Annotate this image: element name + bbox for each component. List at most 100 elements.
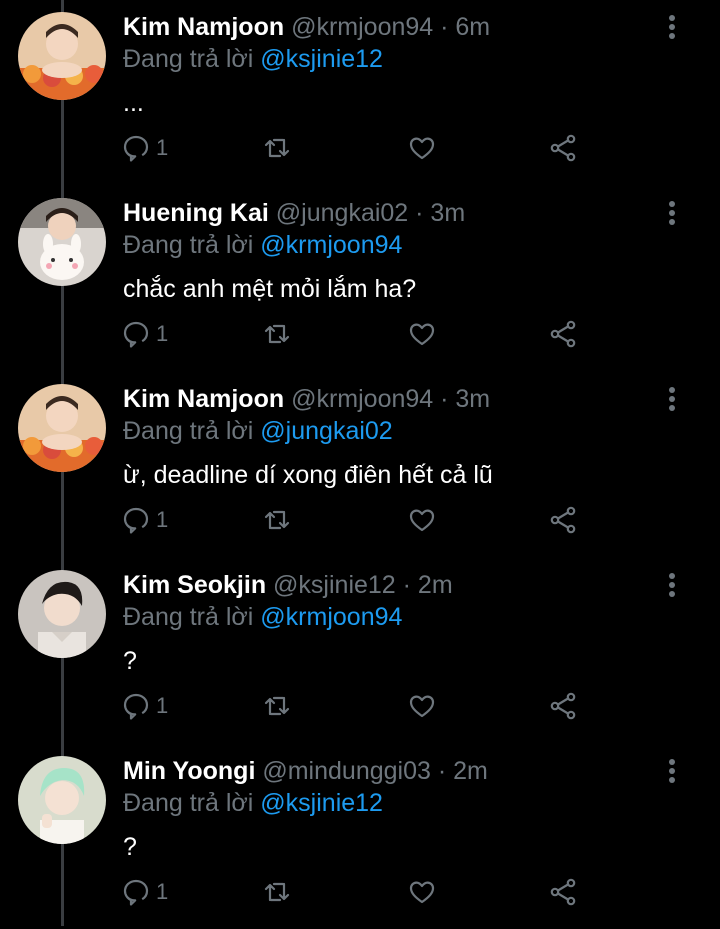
reply-prefix: Đang trả lời (123, 417, 254, 445)
replying-to: Đang trả lời @ksjinie12 (123, 44, 383, 74)
tweet-header: Kim Namjoon @krmjoon94 · 3m (123, 384, 490, 414)
reply-count: 1 (156, 135, 169, 160)
retweet-icon (264, 324, 290, 344)
tweet-text: chắc anh mệt mỏi lắm ha? (123, 275, 417, 303)
more-options-icon[interactable] (660, 570, 684, 600)
heart-icon (409, 509, 435, 532)
tweet-actions: 1 (0, 686, 720, 726)
mention-link[interactable]: @ksjinie12 (260, 789, 383, 817)
reply-button[interactable]: 1 (122, 686, 168, 726)
handle-time: @mindunggi03 · 2m (262, 757, 488, 785)
mention-link[interactable]: @krmjoon94 (260, 231, 402, 259)
share-icon (550, 506, 576, 534)
mention-link[interactable]: @ksjinie12 (260, 45, 383, 73)
like-button[interactable] (408, 314, 436, 354)
retweet-button[interactable] (263, 872, 291, 912)
retweet-button[interactable] (263, 128, 291, 168)
avatar[interactable] (18, 384, 106, 472)
more-options-icon[interactable] (660, 198, 684, 228)
handle-time: @jungkai02 · 3m (275, 199, 466, 227)
like-button[interactable] (408, 686, 436, 726)
retweet-button[interactable] (263, 500, 291, 540)
tweet[interactable]: Kim Namjoon @krmjoon94 · 3m Đang trả lời… (0, 372, 720, 557)
tweet-header: Kim Namjoon @krmjoon94 · 6m (123, 12, 490, 42)
reply-count: 1 (156, 879, 169, 904)
replying-to: Đang trả lời @krmjoon94 (123, 602, 402, 632)
reply-button[interactable]: 1 (122, 872, 168, 912)
replying-to: Đang trả lời @krmjoon94 (123, 230, 402, 260)
reply-icon (123, 507, 149, 534)
reply-prefix: Đang trả lời (123, 603, 254, 631)
retweet-icon (264, 882, 290, 902)
tweet-actions: 1 (0, 500, 720, 540)
share-icon (550, 692, 576, 720)
retweet-button[interactable] (263, 686, 291, 726)
avatar[interactable] (18, 570, 106, 658)
tweet-text: ? (123, 833, 137, 861)
retweet-icon (264, 510, 290, 530)
reply-icon (123, 693, 149, 720)
retweet-icon (264, 696, 290, 716)
mention-link[interactable]: @jungkai02 (260, 417, 392, 445)
reply-prefix: Đang trả lời (123, 789, 254, 817)
tweet[interactable]: Kim Seokjin @ksjinie12 · 2m Đang trả lời… (0, 558, 720, 743)
reply-count: 1 (156, 321, 169, 346)
replying-to: Đang trả lời @jungkai02 (123, 416, 393, 446)
reply-button[interactable]: 1 (122, 128, 168, 168)
share-icon (550, 878, 576, 906)
reply-icon (123, 879, 149, 906)
tweet[interactable]: Kim Namjoon @krmjoon94 · 6m Đang trả lời… (0, 0, 720, 185)
heart-icon (409, 323, 435, 346)
replying-to: Đang trả lời @ksjinie12 (123, 788, 383, 818)
reply-count: 1 (156, 507, 169, 532)
reply-button[interactable]: 1 (122, 314, 168, 354)
reply-button[interactable]: 1 (122, 500, 168, 540)
tweet-actions: 1 (0, 314, 720, 354)
share-button[interactable] (549, 128, 577, 168)
tweet[interactable]: Huening Kai @jungkai02 · 3m Đang trả lời… (0, 186, 720, 371)
share-button[interactable] (549, 314, 577, 354)
tweet-header: Min Yoongi @mindunggi03 · 2m (123, 756, 488, 786)
heart-icon (409, 695, 435, 718)
share-button[interactable] (549, 686, 577, 726)
display-name[interactable]: Kim Namjoon (123, 385, 284, 413)
tweet-header: Kim Seokjin @ksjinie12 · 2m (123, 570, 453, 600)
avatar[interactable] (18, 756, 106, 844)
more-options-icon[interactable] (660, 384, 684, 414)
share-button[interactable] (549, 872, 577, 912)
tweet-text: ... (123, 89, 144, 117)
tweet-header: Huening Kai @jungkai02 · 3m (123, 198, 465, 228)
tweet-actions: 1 (0, 872, 720, 912)
tweet-text: ừ, deadline dí xong điên hết cả lũ (123, 461, 493, 489)
like-button[interactable] (408, 500, 436, 540)
handle-time: @ksjinie12 · 2m (273, 571, 453, 599)
reply-prefix: Đang trả lời (123, 45, 254, 73)
reply-icon (123, 321, 149, 348)
display-name[interactable]: Min Yoongi (123, 757, 255, 785)
reply-count: 1 (156, 693, 169, 718)
tweet-actions: 1 (0, 128, 720, 168)
retweet-icon (264, 138, 290, 158)
display-name[interactable]: Huening Kai (123, 199, 269, 227)
more-options-icon[interactable] (660, 12, 684, 42)
share-icon (550, 320, 576, 348)
mention-link[interactable]: @krmjoon94 (260, 603, 402, 631)
reply-prefix: Đang trả lời (123, 231, 254, 259)
like-button[interactable] (408, 128, 436, 168)
display-name[interactable]: Kim Namjoon (123, 13, 284, 41)
display-name[interactable]: Kim Seokjin (123, 571, 266, 599)
share-button[interactable] (549, 500, 577, 540)
handle-time: @krmjoon94 · 3m (291, 385, 491, 413)
heart-icon (409, 137, 435, 160)
handle-time: @krmjoon94 · 6m (291, 13, 491, 41)
heart-icon (409, 881, 435, 904)
more-options-icon[interactable] (660, 756, 684, 786)
tweet-text: ? (123, 647, 137, 675)
like-button[interactable] (408, 872, 436, 912)
avatar[interactable] (18, 198, 106, 286)
tweet[interactable]: Min Yoongi @mindunggi03 · 2m Đang trả lờ… (0, 744, 720, 929)
avatar[interactable] (18, 12, 106, 100)
retweet-button[interactable] (263, 314, 291, 354)
reply-icon (123, 135, 149, 162)
share-icon (550, 134, 576, 162)
